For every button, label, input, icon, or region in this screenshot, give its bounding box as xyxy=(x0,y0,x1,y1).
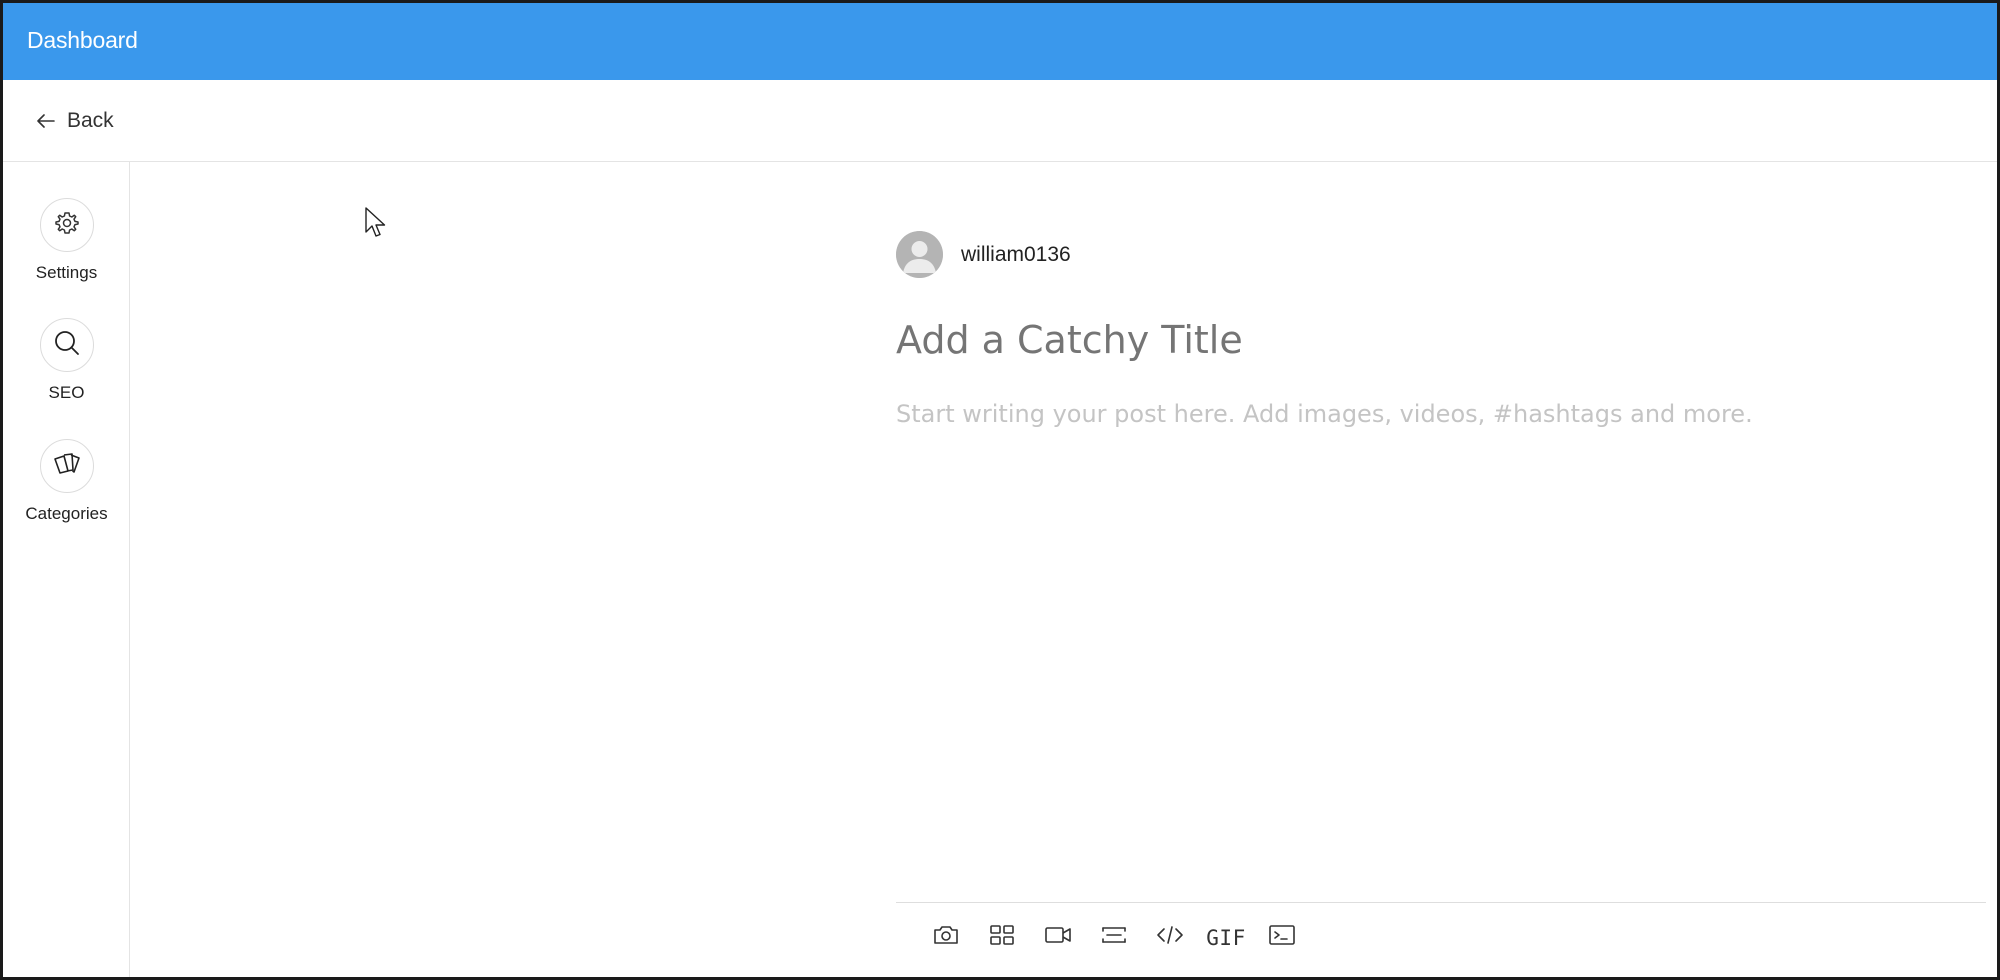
add-gif-button[interactable]: GIF xyxy=(1198,918,1254,958)
divider-icon xyxy=(1101,924,1127,951)
add-image-button[interactable] xyxy=(918,918,974,958)
gif-icon: GIF xyxy=(1206,925,1246,950)
gallery-icon xyxy=(989,924,1015,951)
arrow-left-icon xyxy=(37,114,55,128)
sidebar-item-settings[interactable]: Settings xyxy=(3,198,130,283)
cards-icon xyxy=(52,451,82,482)
sidebar-item-label: Settings xyxy=(35,263,98,282)
app-window: Dashboard Back Settings SEO Categories w… xyxy=(0,0,2000,980)
code-block-icon xyxy=(1268,924,1296,951)
sidebar-seo-circle xyxy=(39,318,94,372)
header-title[interactable]: Dashboard xyxy=(27,27,138,54)
sidebar-item-categories[interactable]: Categories xyxy=(3,439,130,524)
add-video-button[interactable] xyxy=(1030,918,1086,958)
add-gallery-button[interactable] xyxy=(974,918,1030,958)
post-title-input[interactable] xyxy=(896,318,1896,362)
author-name: william0136 xyxy=(961,242,1071,266)
sidebar-categories-circle xyxy=(39,439,94,493)
sidebar-item-label: Categories xyxy=(25,504,108,523)
post-editor: william0136 Start writing your post here… xyxy=(896,231,1986,428)
camera-icon xyxy=(933,924,959,951)
avatar xyxy=(896,231,943,278)
top-header: Dashboard xyxy=(3,3,1997,80)
user-silhouette-icon xyxy=(896,231,943,278)
back-bar: Back xyxy=(3,80,1997,162)
sidebar-item-seo[interactable]: SEO xyxy=(3,318,130,403)
gear-icon xyxy=(54,210,80,241)
search-icon xyxy=(53,329,81,362)
author-row: william0136 xyxy=(896,231,1986,278)
back-label: Back xyxy=(67,109,114,132)
sidebar-item-label: SEO xyxy=(48,383,85,402)
add-code-block-button[interactable] xyxy=(1254,918,1310,958)
sidebar-settings-circle xyxy=(39,198,94,252)
post-body-editor[interactable]: Start writing your post here. Add images… xyxy=(896,400,1986,428)
add-html-button[interactable] xyxy=(1142,918,1198,958)
add-divider-button[interactable] xyxy=(1086,918,1142,958)
back-button[interactable]: Back xyxy=(37,109,114,133)
editor-toolbar: GIF xyxy=(896,902,1986,972)
left-sidebar: Settings SEO Categories xyxy=(3,162,130,977)
code-icon xyxy=(1156,924,1184,951)
mouse-cursor-icon xyxy=(365,207,387,244)
video-icon xyxy=(1044,924,1072,951)
